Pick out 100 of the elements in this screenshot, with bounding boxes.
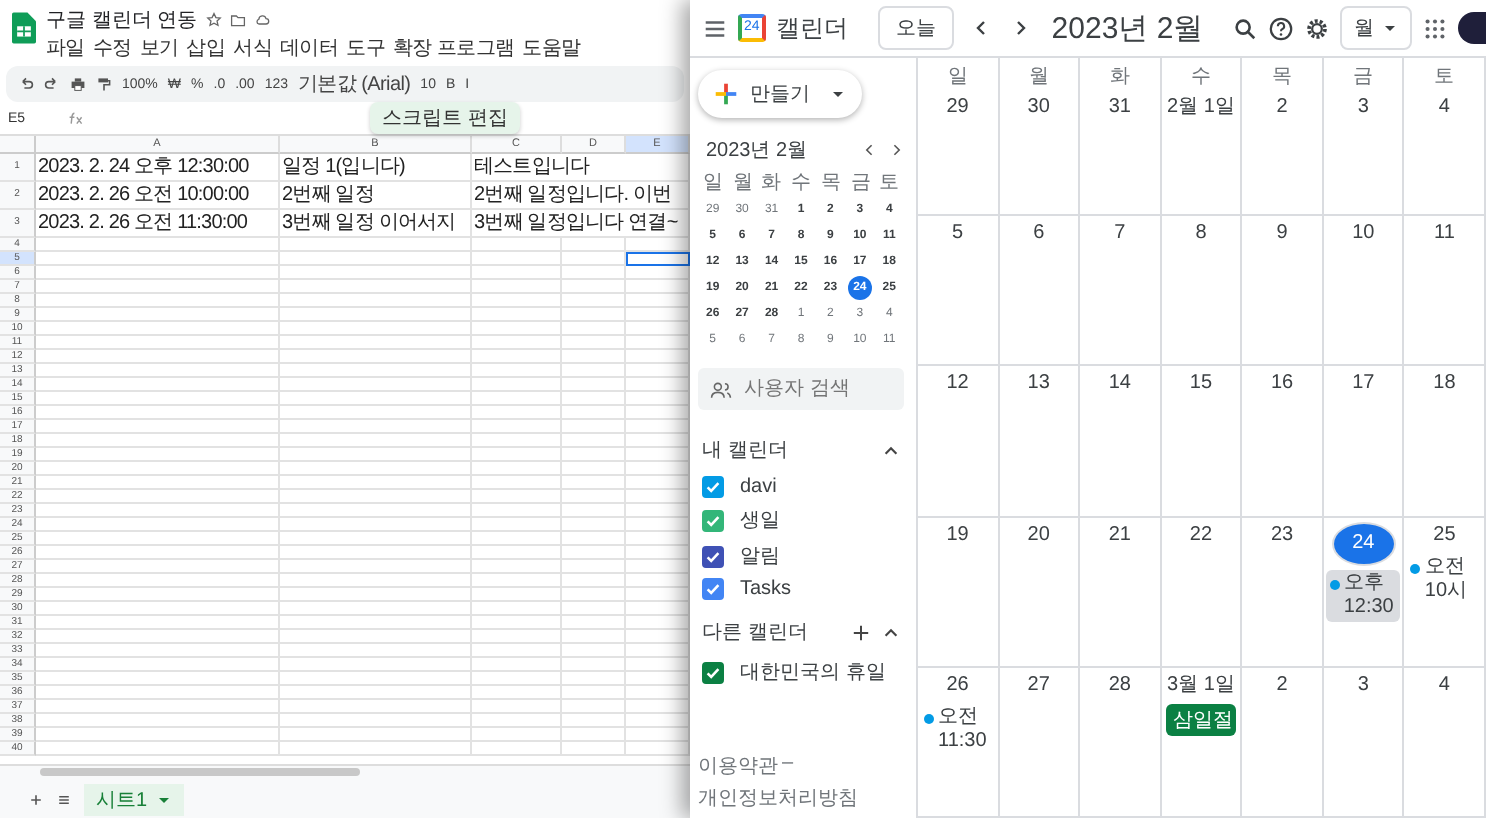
- weekday-label: 토: [877, 170, 902, 196]
- weekday-label: 월: [730, 170, 755, 196]
- day-number[interactable]: 3: [1349, 671, 1378, 700]
- menu-item[interactable]: 삽입: [186, 34, 226, 62]
- day-number[interactable]: 22: [1186, 521, 1215, 549]
- checkbox[interactable]: [702, 545, 724, 567]
- add-sheet-icon[interactable]: [28, 792, 44, 808]
- star-icon[interactable]: [205, 12, 222, 28]
- event[interactable]: 오전 11:30: [920, 703, 996, 756]
- day-number[interactable]: 7: [1105, 220, 1134, 248]
- checkbox[interactable]: [702, 661, 724, 683]
- redo-icon[interactable]: [44, 76, 60, 92]
- menu-item[interactable]: 수정: [92, 34, 132, 62]
- day-number[interactable]: 11: [1430, 220, 1459, 248]
- table-cell: 2번째 일정: [280, 182, 472, 210]
- day-number[interactable]: 13: [1024, 370, 1053, 399]
- all-day-event[interactable]: 삼일절: [1165, 703, 1237, 736]
- menu-item[interactable]: 확장 프로그램: [393, 34, 515, 62]
- avatar[interactable]: [1458, 12, 1486, 44]
- print-icon[interactable]: [70, 76, 86, 92]
- day-number[interactable]: 2: [1268, 94, 1297, 122]
- menu-icon[interactable]: [702, 15, 728, 41]
- day-number[interactable]: 16: [1268, 370, 1297, 399]
- calendar-name[interactable]: 대한민국의 휴일: [740, 658, 886, 686]
- selected-cell[interactable]: [626, 252, 690, 266]
- day-number[interactable]: 28: [1105, 671, 1134, 700]
- sheet-list-icon[interactable]: [56, 792, 72, 808]
- today-button[interactable]: 오늘: [877, 6, 954, 50]
- caret-icon: [1382, 20, 1398, 36]
- people-search-field[interactable]: 사용자 검색: [698, 368, 904, 410]
- weekday-label: 토: [1434, 64, 1455, 90]
- chevron-icon[interactable]: [882, 623, 900, 641]
- day-number[interactable]: 2: [1268, 671, 1297, 700]
- settings-icon[interactable]: [1304, 15, 1330, 41]
- cloud-icon[interactable]: [253, 12, 270, 28]
- menu-item[interactable]: 도구: [346, 34, 386, 62]
- checkbox[interactable]: [702, 509, 724, 531]
- day-number[interactable]: 4: [1430, 94, 1459, 122]
- day-number[interactable]: 17: [1349, 370, 1378, 399]
- checkbox[interactable]: [702, 578, 724, 600]
- day-number[interactable]: 5: [943, 220, 972, 248]
- paint-format-icon[interactable]: [96, 76, 112, 92]
- day-number[interactable]: 15: [1186, 370, 1215, 399]
- event[interactable]: 오전 10시: [1406, 553, 1482, 605]
- day-number[interactable]: 27: [1024, 671, 1053, 700]
- footer-link[interactable]: 이용약관: [698, 752, 778, 780]
- create-button[interactable]: 만들기: [698, 70, 862, 118]
- help-icon[interactable]: [1268, 15, 1294, 41]
- menu-item[interactable]: 파일: [46, 34, 85, 62]
- add-icon[interactable]: [852, 623, 870, 641]
- day-number[interactable]: 18: [1430, 370, 1459, 399]
- calendar-name[interactable]: 알림: [740, 542, 780, 570]
- weekday-label: 목: [1272, 64, 1293, 90]
- day-number[interactable]: 4: [1430, 671, 1459, 700]
- toolbar-item[interactable]: 기본값 (Arial): [298, 70, 411, 98]
- view-dropdown[interactable]: 월: [1340, 6, 1412, 50]
- menu-item[interactable]: 서식: [233, 34, 273, 62]
- apps-grid-icon[interactable]: [1422, 15, 1448, 41]
- day-number[interactable]: 2월 1일: [1167, 94, 1235, 122]
- day-number[interactable]: 29: [943, 94, 972, 122]
- people-icon: [710, 380, 732, 400]
- calendar-name[interactable]: davi: [740, 476, 777, 498]
- day-number[interactable]: 3월 1일: [1167, 671, 1235, 700]
- day-number[interactable]: 3: [1349, 94, 1378, 122]
- previous-icon[interactable]: [862, 142, 878, 158]
- day-number[interactable]: 14: [1105, 370, 1134, 399]
- day-number[interactable]: 9: [1268, 220, 1297, 248]
- folder-icon[interactable]: [229, 12, 246, 28]
- sheets-logo-icon[interactable]: [12, 12, 36, 44]
- day-number[interactable]: 8: [1186, 220, 1215, 248]
- day-number[interactable]: 31: [1105, 94, 1134, 122]
- sheet-tab[interactable]: 시트1: [84, 784, 184, 816]
- event[interactable]: 오후 12:30: [1325, 569, 1401, 621]
- section-title[interactable]: 다른 캘린더: [702, 618, 840, 646]
- day-number[interactable]: 21: [1105, 521, 1134, 549]
- day-number[interactable]: 23: [1268, 521, 1297, 549]
- undo-icon[interactable]: [18, 76, 34, 92]
- day-number[interactable]: 6: [1024, 220, 1053, 248]
- checkbox[interactable]: [702, 476, 724, 498]
- chevron-icon[interactable]: [882, 441, 900, 459]
- document-title[interactable]: 구글 캘린더 연동: [46, 6, 198, 34]
- next-icon[interactable]: [888, 142, 904, 158]
- day-number[interactable]: 20: [1024, 521, 1053, 549]
- calendar-name[interactable]: Tasks: [740, 578, 792, 600]
- section-title[interactable]: 내 캘린더: [702, 436, 870, 464]
- table-cell: 일정 1(입니다): [280, 154, 472, 182]
- day-number[interactable]: 19: [943, 521, 972, 549]
- menu-item[interactable]: 데이터: [280, 34, 339, 62]
- search-icon[interactable]: [1232, 15, 1258, 41]
- menu-item[interactable]: 보기: [139, 34, 179, 62]
- calendar-name[interactable]: 생일: [740, 506, 780, 534]
- day-number[interactable]: 10: [1349, 220, 1378, 248]
- day-number[interactable]: 25: [1430, 521, 1459, 549]
- day-number[interactable]: 24: [1331, 521, 1396, 565]
- day-number[interactable]: 12: [943, 370, 972, 399]
- day-number[interactable]: 26: [943, 671, 972, 700]
- weekday-label: 화: [759, 170, 784, 196]
- day-number[interactable]: 30: [1024, 94, 1053, 122]
- menu-item[interactable]: 도움말: [522, 34, 581, 62]
- footer-link[interactable]: 개인정보처리방침: [698, 784, 858, 812]
